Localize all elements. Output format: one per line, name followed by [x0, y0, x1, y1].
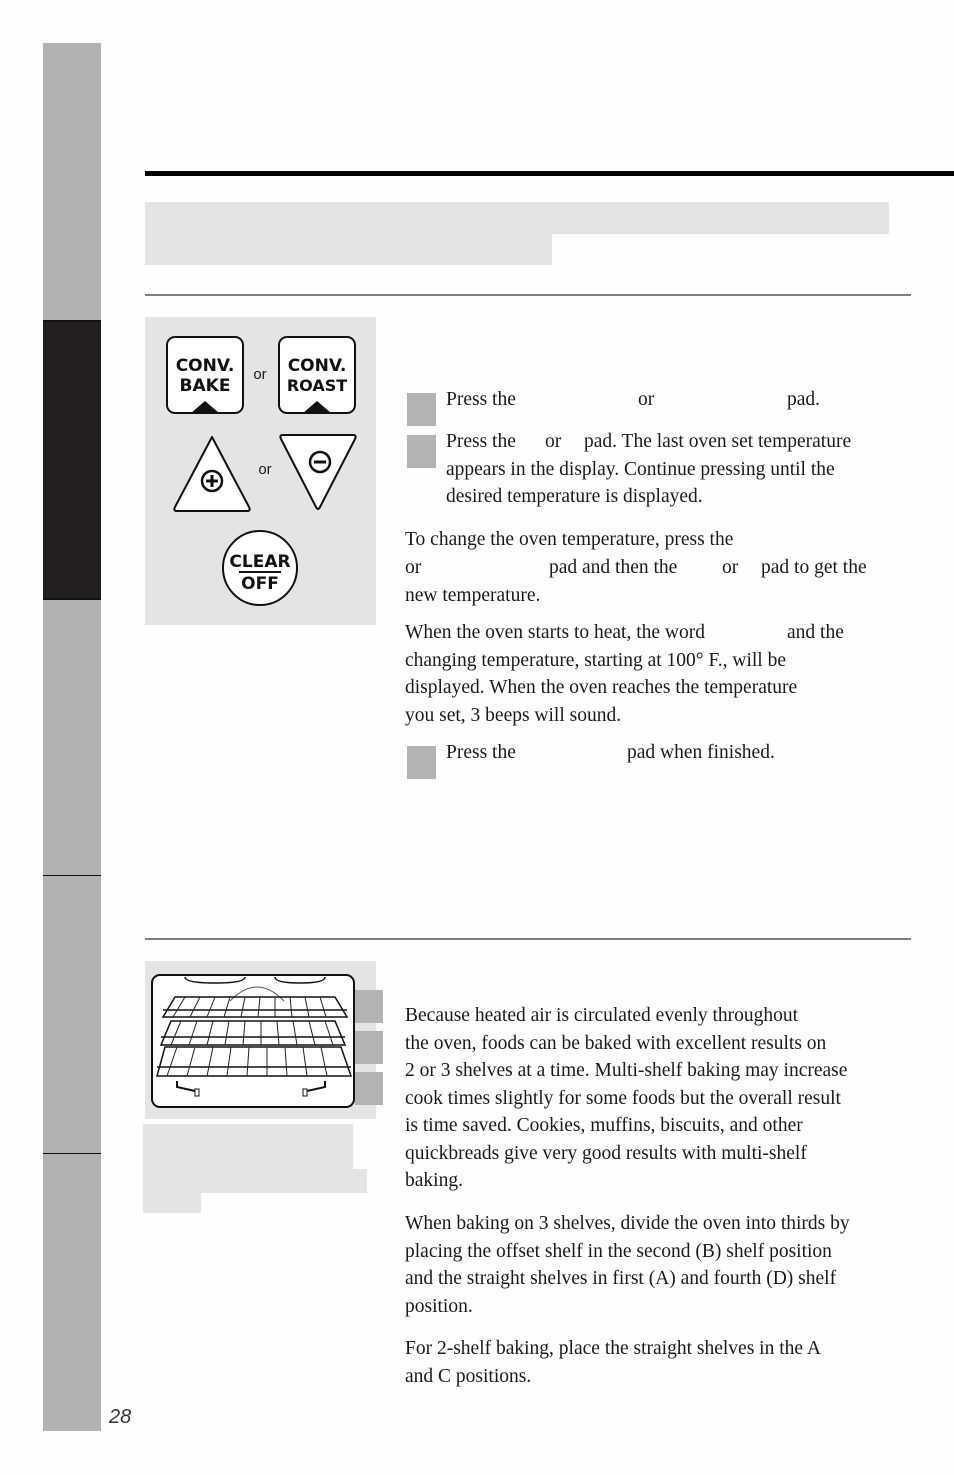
- change-temp-line2-a: or: [405, 557, 422, 578]
- side-tab-2-active[interactable]: [43, 322, 101, 598]
- title-block-line1: [145, 202, 889, 234]
- step-2-text-line3: desired temperature is displayed.: [446, 486, 703, 507]
- conv-roast-label-2: ROAST: [287, 376, 347, 395]
- conv-roast-pad[interactable]: CONV. ROAST: [278, 336, 356, 414]
- side-tab-5[interactable]: [43, 1154, 101, 1431]
- multishelf-paragraph-2: When baking on 3 shelves, divide the ove…: [405, 1210, 850, 1320]
- heat-line3: displayed. When the oven reaches the tem…: [405, 677, 798, 698]
- heat-line1-a: When the oven starts to heat, the word: [405, 622, 705, 643]
- text-line: baking.: [405, 1170, 463, 1191]
- step-3-text-b: pad when finished.: [627, 742, 775, 763]
- clear-label: CLEAR: [229, 552, 290, 572]
- text-line: and the straight shelves in first (A) an…: [405, 1268, 837, 1289]
- text-line: cook times slightly for some foods but t…: [405, 1087, 841, 1109]
- control-pads-illustration: CONV. BAKE or CONV. ROAST or CLEAR OFF: [166, 336, 357, 606]
- step-2-text-a: Press the: [446, 431, 516, 452]
- shelf-position-marker-1: [355, 990, 383, 1023]
- conv-roast-label-1: CONV.: [288, 356, 347, 376]
- title-block-line2: [145, 234, 552, 265]
- step-1-marker: [407, 393, 436, 426]
- text-line: the oven, foods can be baked with excell…: [405, 1032, 827, 1054]
- oven-shelves-illustration: [151, 974, 355, 1108]
- step-3-marker: [407, 746, 436, 779]
- step-2-text-c: pad. The last oven set temperature: [584, 431, 852, 452]
- conv-bake-pad[interactable]: CONV. BAKE: [166, 336, 244, 414]
- clear-off-pad[interactable]: CLEAR OFF: [222, 530, 298, 606]
- control-pads-panel: CONV. BAKE or CONV. ROAST or CLEAR OFF: [145, 317, 376, 625]
- change-temp-line2-c: or: [722, 557, 739, 578]
- heat-line1-b: and the: [787, 622, 844, 643]
- text-line: and C positions.: [405, 1365, 532, 1387]
- caption-block-line1: [143, 1124, 353, 1169]
- header-rule: [145, 171, 954, 176]
- conv-bake-label-1: CONV.: [176, 356, 235, 376]
- change-temp-line2-b: pad and then the: [549, 557, 678, 578]
- heat-line2: changing temperature, starting at 100° F…: [405, 650, 786, 671]
- change-temp-line1: To change the oven temperature, press th…: [405, 529, 734, 550]
- text-line: position.: [405, 1295, 473, 1317]
- step-2-text-line2: appears in the display. Continue pressin…: [446, 459, 835, 480]
- text-line: 2 or 3 shelves at a time. Multi-shelf ba…: [405, 1060, 848, 1081]
- text-line: When baking on 3 shelves, divide the ove…: [405, 1213, 850, 1234]
- text-line: Because heated air is circulated evenly …: [405, 1005, 799, 1026]
- shelf-position-marker-3: [355, 1072, 383, 1105]
- step-1-text-a: Press the: [446, 389, 516, 410]
- text-line: is time saved. Cookies, muffins, biscuit…: [405, 1115, 803, 1136]
- minus-pad[interactable]: [279, 434, 357, 510]
- plus-pad[interactable]: [173, 436, 251, 512]
- text-line: For 2-shelf baking, place the straight s…: [405, 1338, 821, 1359]
- step-3-text-a: Press the: [446, 742, 516, 763]
- or-label: or: [258, 461, 271, 478]
- step-1-text-c: pad.: [787, 389, 821, 410]
- text-line: placing the offset shelf in the second (…: [405, 1240, 832, 1262]
- caption-block-line2: [143, 1169, 367, 1193]
- side-tab-3[interactable]: [43, 600, 101, 875]
- section2-rule: [145, 938, 911, 940]
- step-1-text-b: or: [638, 389, 655, 410]
- shelf-position-marker-2: [355, 1031, 383, 1064]
- side-tab-4[interactable]: [43, 876, 101, 1153]
- page-number: 28: [109, 1406, 132, 1428]
- text-line: quickbreads give very good results with …: [405, 1142, 807, 1164]
- multishelf-paragraph-3: For 2-shelf baking, place the straight s…: [405, 1335, 821, 1390]
- heat-line4: you set, 3 beeps will sound.: [405, 705, 622, 726]
- change-temp-line2-d: pad to get the: [761, 557, 867, 578]
- off-label: OFF: [241, 574, 279, 594]
- multishelf-paragraph-1: Because heated air is circulated evenly …: [405, 1002, 847, 1195]
- or-label: or: [253, 366, 266, 383]
- side-tab-1[interactable]: [43, 43, 101, 320]
- section1-rule: [145, 294, 911, 296]
- oven-illustration-panel: [145, 961, 376, 1119]
- step-2-marker: [407, 435, 436, 468]
- change-temp-line3: new temperature.: [405, 585, 541, 606]
- caption-block-line3: [143, 1193, 201, 1213]
- conv-bake-label-2: BAKE: [180, 376, 231, 396]
- step-2-text-b: or: [545, 431, 562, 452]
